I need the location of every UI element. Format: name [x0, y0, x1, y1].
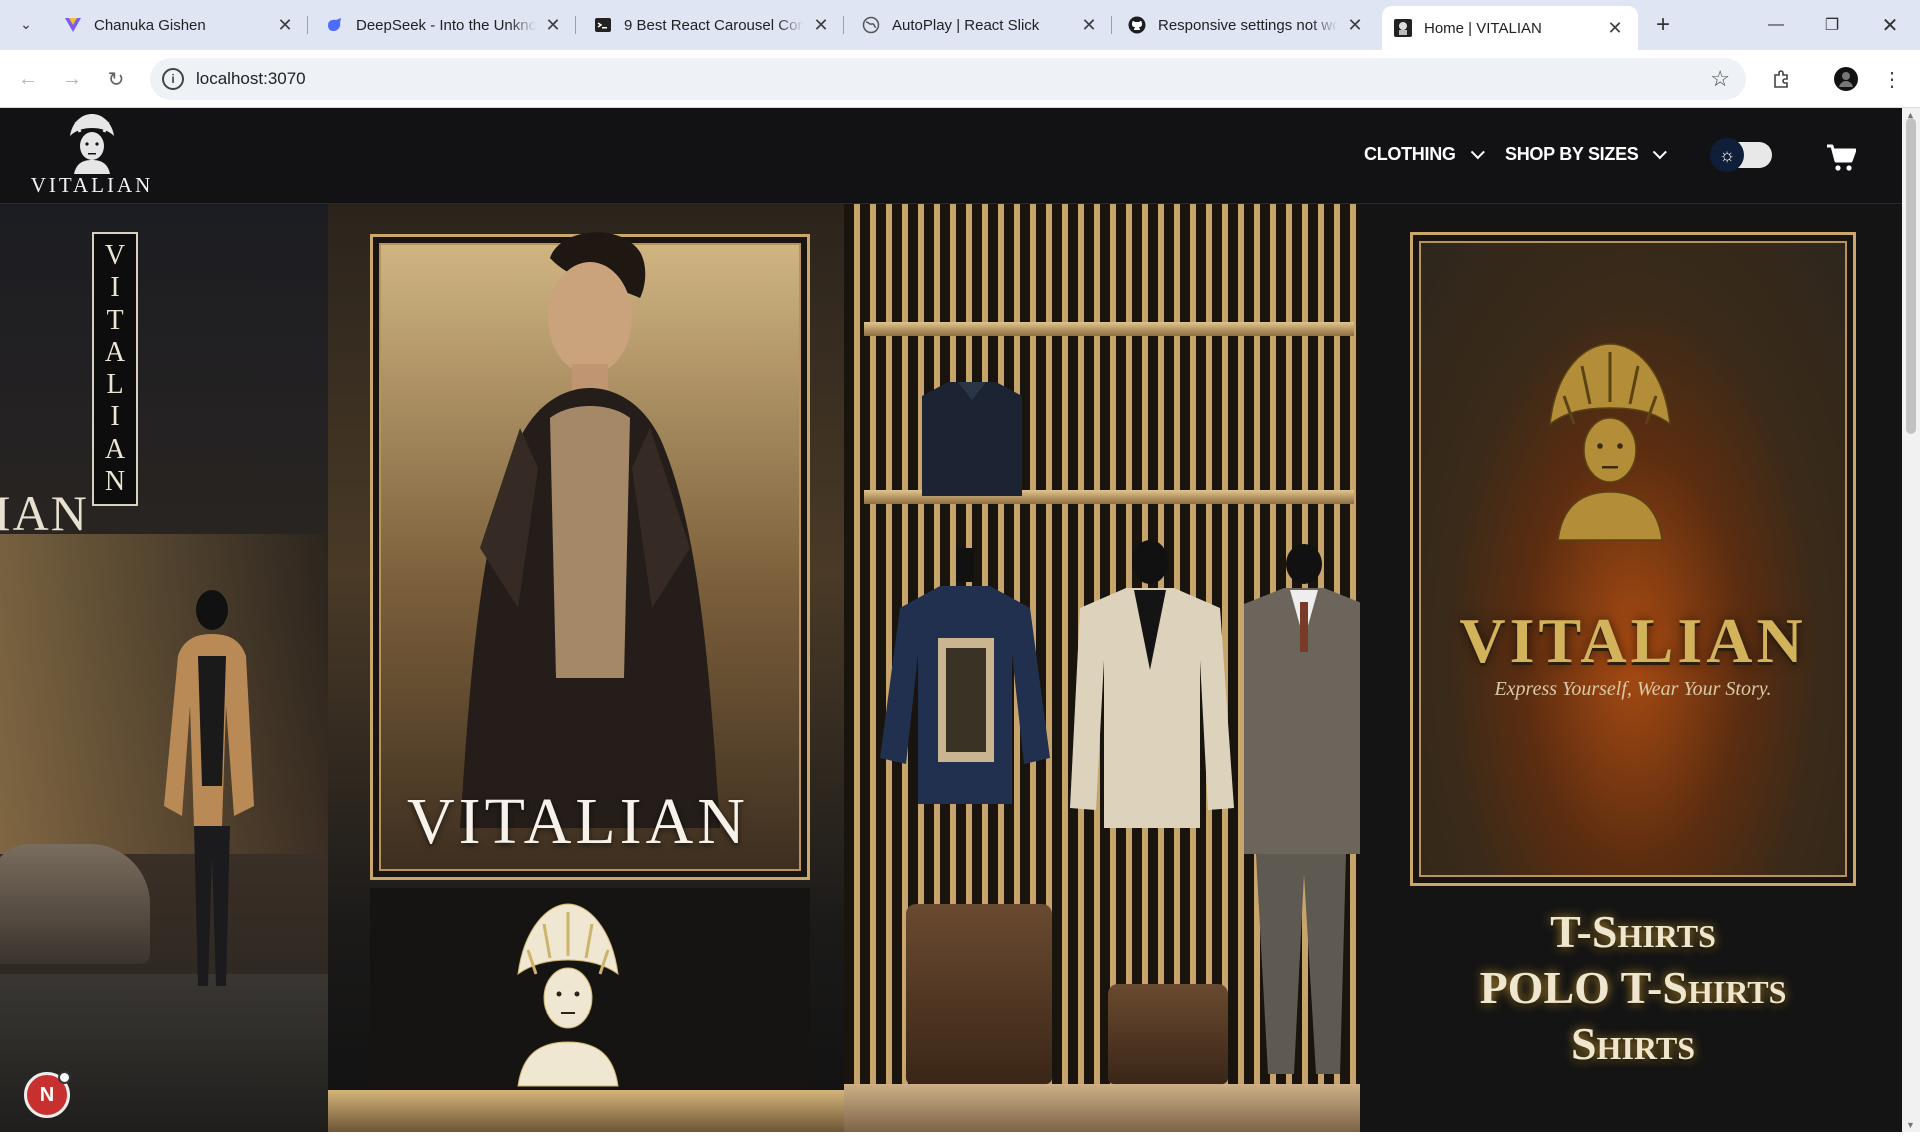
vercel-v-icon — [64, 16, 82, 34]
close-icon[interactable]: ✕ — [542, 14, 564, 36]
hero-panel-street: IAN V I T A L I A N — [0, 204, 328, 1132]
model-image — [460, 232, 720, 828]
tab-title: Home | VITALIAN — [1424, 19, 1542, 37]
site-header: VITALIAN CLOTHING SHOP BY SIZES ☼ — [0, 108, 1902, 204]
vertical-sign-letter: L — [106, 369, 124, 401]
vertical-sign-letter: I — [110, 401, 120, 433]
printed-sweater-image — [880, 548, 1050, 804]
tab-title: Chanuka Gishen — [94, 16, 206, 34]
cart-icon[interactable] — [1826, 144, 1857, 172]
notification-dot — [58, 1071, 71, 1084]
hero-banner[interactable]: IAN V I T A L I A N VITALIAN VITALIAN Ex… — [0, 204, 1902, 1132]
tab-chanuka[interactable]: Chanuka Gishen ✕ — [52, 6, 308, 44]
close-icon[interactable]: ✕ — [1344, 14, 1366, 36]
close-icon[interactable]: ✕ — [1604, 17, 1626, 39]
tab-title: Responsive settings not working — [1158, 16, 1338, 34]
nav-shop-by-sizes[interactable]: SHOP BY SIZES — [1505, 144, 1668, 165]
category-t-shirts: T-Shirts — [1550, 906, 1716, 957]
cream-blazer-image — [1070, 540, 1234, 828]
chevron-down-icon — [1653, 144, 1668, 159]
vitalian-icon — [1394, 19, 1412, 37]
browser-toolbar: ← → ↻ i localhost:3070 ☆ ⋮ — [0, 50, 1920, 108]
nav-clothing-label: CLOTHING — [1364, 144, 1456, 164]
reload-icon[interactable]: ↻ — [100, 63, 132, 95]
close-icon[interactable]: ✕ — [274, 14, 296, 36]
vertical-sign-letter: N — [104, 465, 126, 497]
top-shelf — [864, 322, 1354, 336]
vertical-sign-letter: I — [110, 272, 120, 304]
category-shirts: Shirts — [1570, 1018, 1696, 1069]
page-scrollbar[interactable]: ▲ ▼ — [1902, 108, 1920, 1132]
tab-deepseek[interactable]: DeepSeek - Into the Unknown ✕ — [314, 6, 576, 44]
model-poster-wordmark: VITALIAN — [407, 785, 749, 858]
notification-badge[interactable]: N — [24, 1071, 71, 1118]
car-image — [0, 844, 150, 964]
vertical-sign-letter: T — [106, 304, 124, 336]
brand-poster-tagline: Express Yourself, Wear Your Story. — [1494, 678, 1772, 700]
tab-title: AutoPlay | React Slick — [892, 16, 1040, 34]
minimize-icon[interactable]: — — [1748, 0, 1804, 50]
tab-title: 9 Best React Carousel Components — [624, 16, 804, 34]
scrollbar-thumb[interactable] — [1906, 118, 1916, 434]
folded-polo-image — [922, 382, 1022, 496]
address-url[interactable]: localhost:3070 — [196, 69, 306, 89]
leather-briefcase-image — [906, 904, 1052, 1084]
more-menu-icon[interactable]: ⋮ — [1876, 63, 1908, 95]
logo-wordmark: VITALIAN — [30, 173, 154, 197]
bookmark-star-icon[interactable]: ☆ — [1710, 66, 1730, 92]
chevron-down-icon — [1470, 144, 1485, 159]
logo-emblem-icon — [70, 114, 114, 174]
tab-search-chevron-icon[interactable]: ⌄ — [12, 10, 40, 38]
address-bar[interactable]: i localhost:3070 ☆ — [150, 58, 1746, 100]
tab-vitalian-home[interactable]: Home | VITALIAN ✕ — [1382, 6, 1638, 50]
hero-panel-rack — [844, 204, 1360, 1132]
tab-github[interactable]: Responsive settings not working ✕ — [1116, 6, 1378, 44]
vertical-sign-letter: A — [104, 433, 126, 465]
storefront-sign: IAN — [0, 485, 89, 541]
terminal-icon — [594, 16, 612, 34]
sun-icon: ☼ — [1710, 138, 1744, 172]
vertical-sign-letter: V — [104, 240, 126, 272]
back-arrow-icon[interactable]: ← — [12, 63, 44, 95]
extensions-icon[interactable] — [1766, 63, 1798, 95]
browser-tabstrip: ⌄ Chanuka Gishen ✕ DeepSeek - Into the U… — [0, 0, 1920, 50]
brand-poster-wordmark: VITALIAN — [1459, 605, 1807, 676]
page-viewport: VITALIAN CLOTHING SHOP BY SIZES ☼ IAN V … — [0, 108, 1902, 1132]
hero-panel-model: VITALIAN — [328, 204, 844, 1132]
globe-icon — [862, 16, 880, 34]
tab-react-slick[interactable]: AutoPlay | React Slick ✕ — [850, 6, 1112, 44]
theme-toggle[interactable]: ☼ — [1710, 138, 1772, 172]
vertical-sign: V I T A L I A N — [92, 232, 138, 506]
new-tab-icon[interactable]: + — [1648, 10, 1678, 40]
category-list: T-Shirts POLO T-Shirts Shirts — [1400, 904, 1866, 1072]
deepseek-icon — [326, 16, 344, 34]
notification-badge-letter: N — [39, 1083, 55, 1106]
profile-avatar[interactable] — [1830, 63, 1862, 95]
model-plinth — [328, 1090, 844, 1132]
tab-react-carousel[interactable]: 9 Best React Carousel Components ✕ — [582, 6, 844, 44]
close-icon[interactable]: ✕ — [1078, 14, 1100, 36]
github-icon — [1128, 16, 1146, 34]
restore-icon[interactable]: ❐ — [1804, 0, 1860, 50]
window-close-icon[interactable]: ✕ — [1862, 0, 1918, 50]
grey-suit-image — [1244, 544, 1360, 1074]
vertical-sign-letter: A — [104, 336, 126, 368]
scroll-down-arrow-icon[interactable]: ▼ — [1906, 1120, 1915, 1130]
goddess-emblem-icon — [517, 903, 619, 1087]
hero-panel-poster: VITALIAN Express Yourself, Wear Your Sto… — [1360, 204, 1902, 1132]
mannequin-image — [164, 590, 254, 986]
nav-clothing[interactable]: CLOTHING — [1364, 144, 1485, 165]
forward-arrow-icon[interactable]: → — [56, 63, 88, 95]
tab-title: DeepSeek - Into the Unknown — [356, 16, 536, 34]
site-info-icon[interactable]: i — [162, 68, 184, 90]
goddess-emblem-icon — [1549, 343, 1671, 541]
category-polo-t-shirts: POLO T-Shirts — [1479, 962, 1787, 1013]
rack-floor — [844, 1084, 1360, 1132]
brand-poster-frame — [1410, 232, 1856, 886]
nav-shop-by-sizes-label: SHOP BY SIZES — [1505, 144, 1639, 164]
close-icon[interactable]: ✕ — [810, 14, 832, 36]
site-logo[interactable]: VITALIAN — [30, 112, 154, 200]
leather-handbag-image — [1108, 984, 1228, 1084]
